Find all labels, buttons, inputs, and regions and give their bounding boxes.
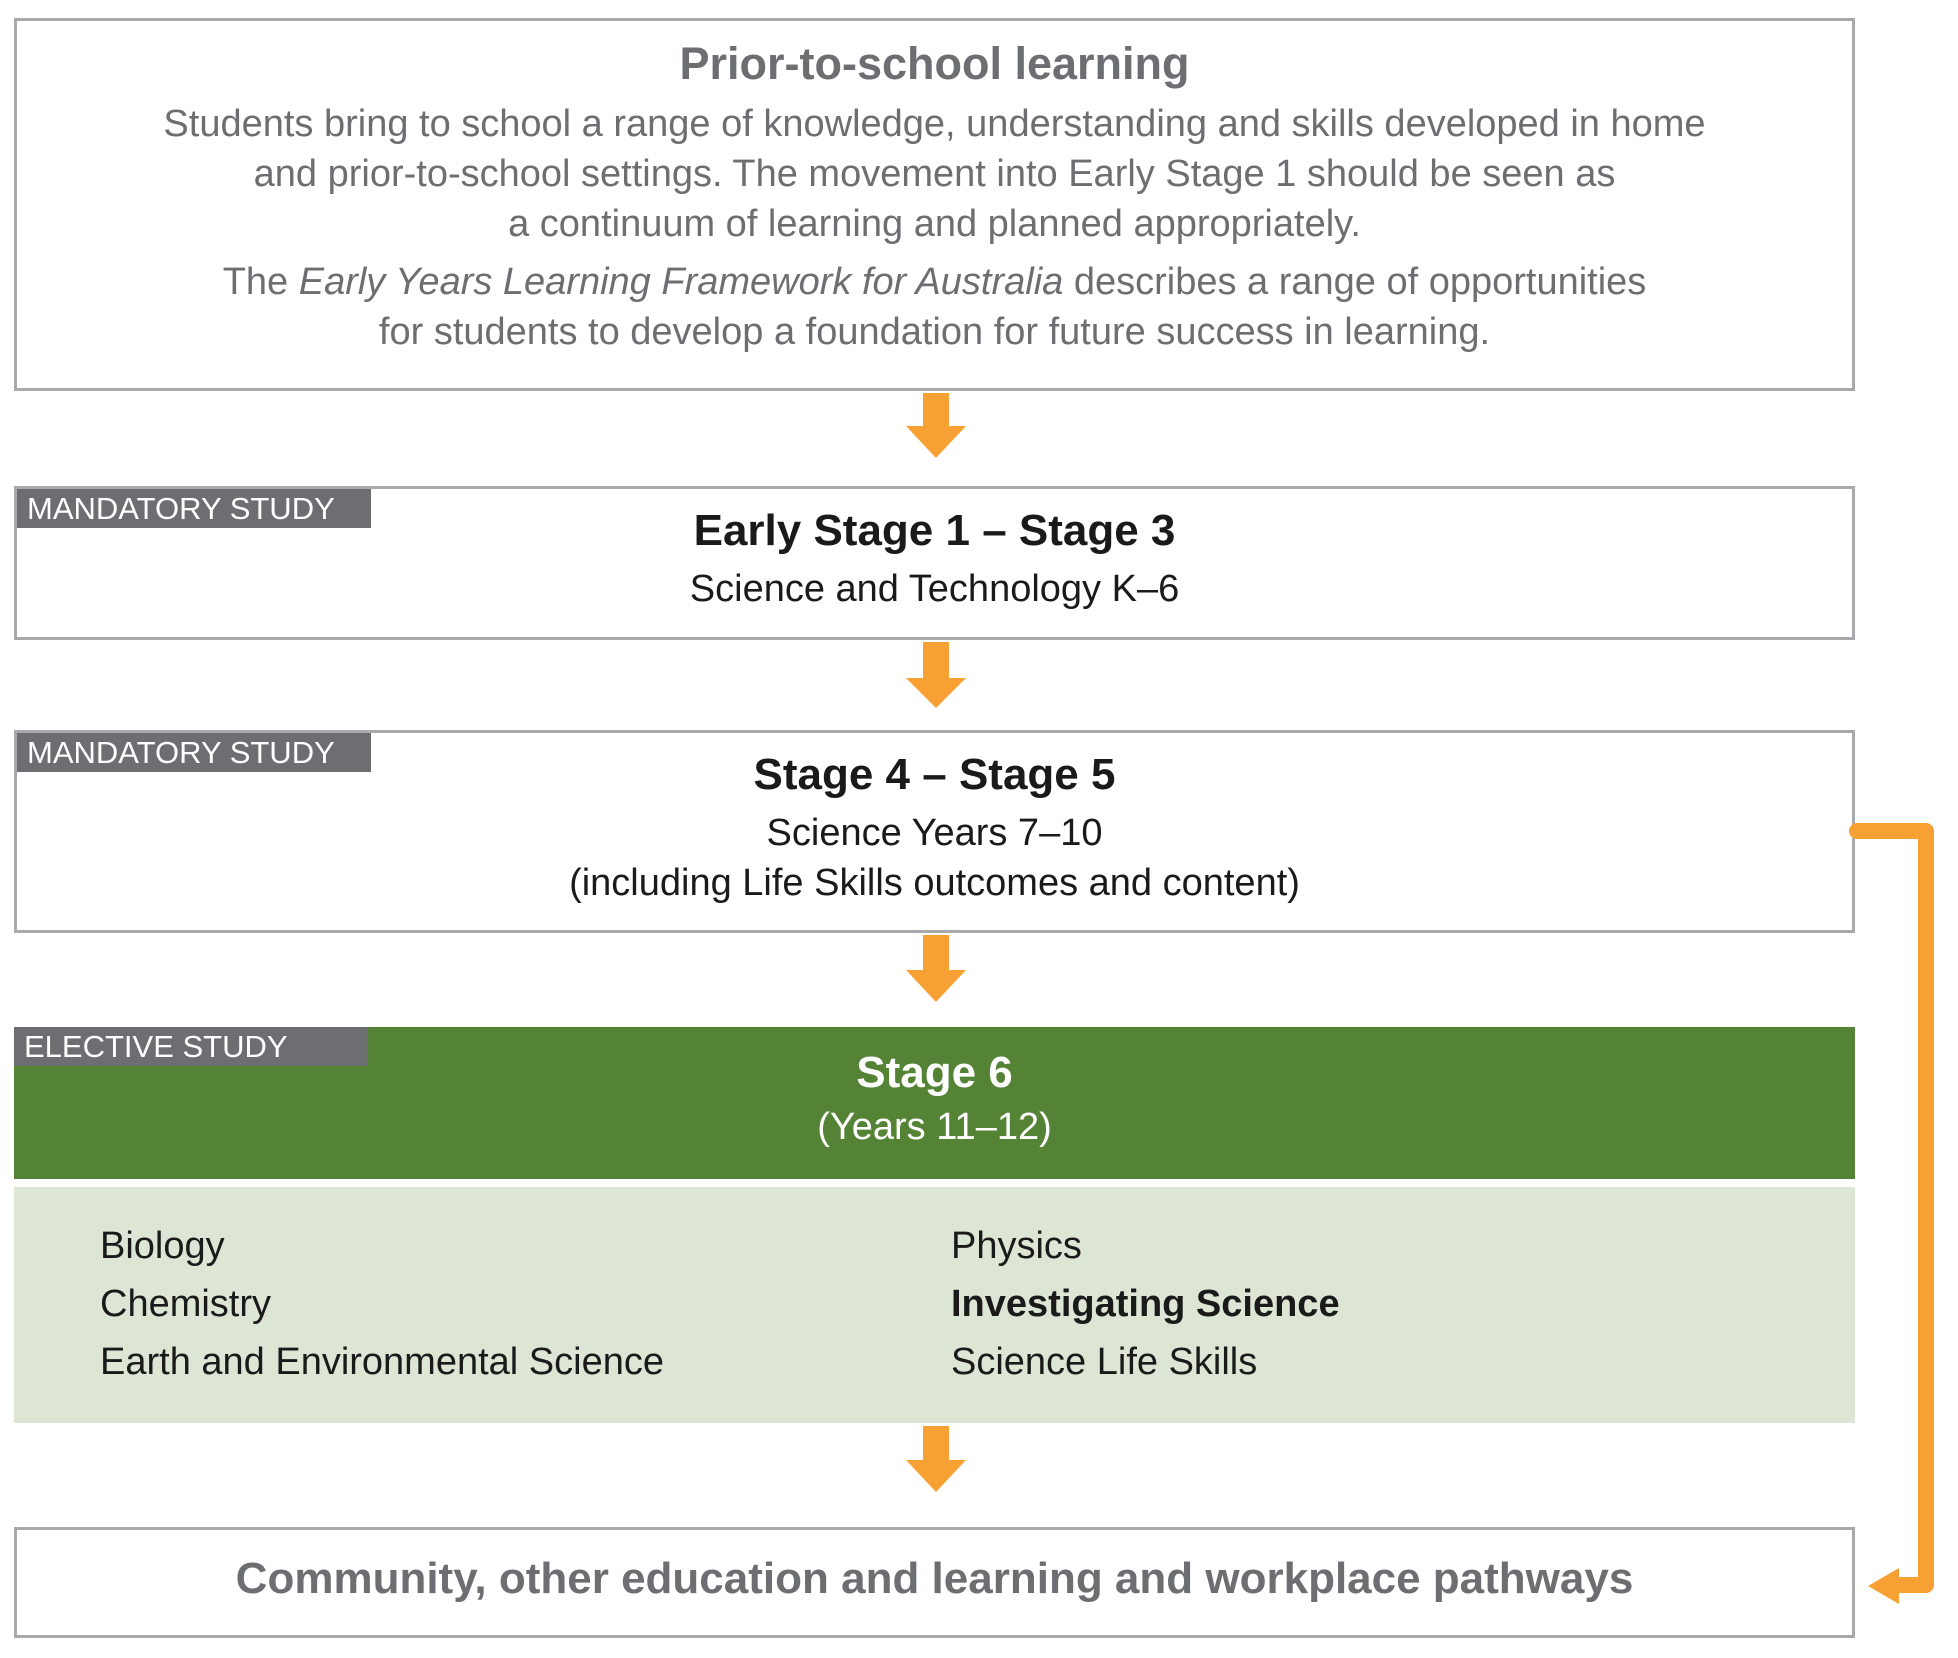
down-arrow-icon [906, 1426, 966, 1492]
flow-arrows [906, 393, 1934, 1604]
down-arrow-icon [906, 642, 966, 708]
bypass-arrow-icon [1849, 823, 1934, 1593]
down-arrow-icon [906, 393, 966, 458]
bypass-arrowhead-icon [1868, 1568, 1899, 1604]
down-arrow-icon [906, 935, 966, 1002]
